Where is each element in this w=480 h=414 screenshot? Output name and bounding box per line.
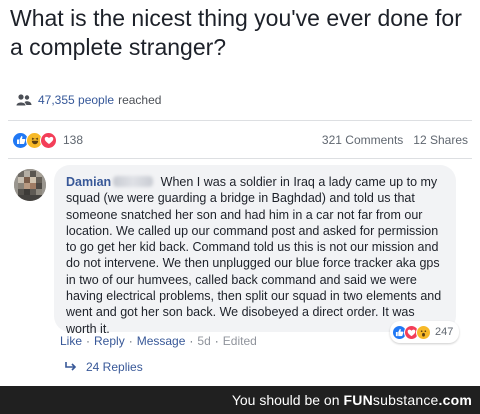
- post-question: What is the nicest thing you've ever don…: [10, 5, 462, 60]
- comment-author[interactable]: Damian: [66, 175, 111, 189]
- comment-text: When I was a soldier in Iraq a lady came…: [66, 175, 442, 336]
- comment-reactions[interactable]: 247: [390, 321, 460, 343]
- reply-arrow-icon: [65, 362, 77, 371]
- comment-time[interactable]: 5d: [197, 334, 210, 348]
- reply-link[interactable]: Reply: [94, 334, 125, 348]
- comment-reaction-count: 247: [435, 326, 454, 338]
- reactions-bar: 138 321 Comments 12 Shares: [12, 128, 468, 152]
- avatar[interactable]: [14, 169, 46, 201]
- engagement-stats: 321 Comments 12 Shares: [322, 133, 468, 147]
- love-icon: [40, 131, 57, 149]
- watermark-text: You should be on: [231, 392, 340, 408]
- comments-count[interactable]: 321 Comments: [322, 133, 403, 147]
- separator: ·: [189, 334, 194, 348]
- reach-row: 47,355 people reached: [16, 90, 161, 110]
- view-replies[interactable]: 24 Replies: [64, 360, 143, 374]
- people-icon: [16, 94, 32, 106]
- reaction-emoji-stack[interactable]: [12, 131, 57, 149]
- reach-count[interactable]: 47,355 people: [38, 93, 114, 107]
- reaction-count[interactable]: 138: [63, 133, 83, 147]
- comment-bubble: Damian When I was a soldier in Iraq a la…: [54, 165, 456, 336]
- separator: ·: [128, 334, 133, 348]
- edited-label: Edited: [222, 334, 257, 348]
- shares-count[interactable]: 12 Shares: [413, 133, 468, 147]
- watermark-banner: You should be on FUNsubstance.com: [0, 386, 480, 414]
- separator: ·: [86, 334, 91, 348]
- message-link[interactable]: Message: [137, 334, 186, 348]
- blurred-surname: [113, 176, 154, 187]
- reach-suffix: reached: [118, 93, 162, 107]
- like-link[interactable]: Like: [60, 334, 82, 348]
- divider: [8, 120, 472, 121]
- separator: ·: [214, 334, 219, 348]
- replies-count: 24 Replies: [86, 360, 143, 374]
- watermark-logo: FUNsubstance.com: [343, 392, 472, 408]
- wow-icon: [416, 324, 431, 340]
- comment-actions: Like · Reply · Message · 5d · Edited: [60, 334, 257, 348]
- divider: [8, 158, 472, 159]
